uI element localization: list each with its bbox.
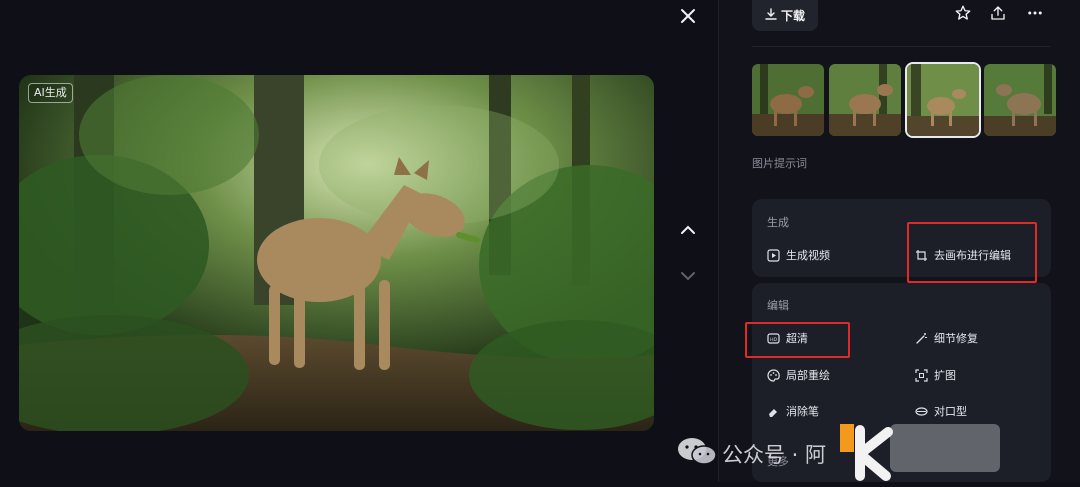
eraser-icon [767,405,780,418]
eraser-label: 消除笔 [786,405,819,418]
download-button[interactable]: 下载 [752,0,818,31]
hd-icon: HD [767,332,780,345]
canvas-crop-icon [915,249,928,262]
close-icon[interactable] [676,4,700,28]
header-separator [752,46,1050,47]
ai-generated-badge: AI生成 [28,83,73,103]
download-icon [765,8,777,23]
edit-on-canvas-label: 去画布进行编辑 [934,249,1011,262]
partial-redraw-label: 局部重绘 [786,369,830,382]
thumbnail-3-selected[interactable] [907,64,979,136]
generate-section-title: 生成 [767,216,789,229]
thumbnail-2[interactable] [829,64,901,136]
wechat-icon [676,435,718,472]
lip-sync-icon [915,405,928,418]
thumbnail-1[interactable] [752,64,824,136]
generated-image[interactable] [19,75,654,431]
watermark: 公众号 · 阿 [676,420,1010,487]
image-prompt-label[interactable]: 图片提示词 [752,155,807,171]
generate-video-label: 生成视频 [786,249,830,262]
generate-card [752,199,1051,277]
lip-sync-button[interactable]: 对口型 [915,403,967,419]
edit-on-canvas-button[interactable]: 去画布进行编辑 [915,247,1011,263]
video-play-icon [767,248,780,262]
previous-image-chevron-up-icon[interactable] [676,218,700,242]
thumbnail-4[interactable] [984,64,1056,136]
download-label: 下载 [780,9,805,23]
share-upload-icon[interactable] [987,4,1009,26]
partial-redraw-button[interactable]: 局部重绘 [767,367,830,383]
detail-repair-button[interactable]: 细节修复 [915,330,978,346]
expand-image-button[interactable]: 扩图 [915,367,956,383]
super-resolution-button[interactable]: HD 超清 [767,330,808,346]
more-options-icon[interactable] [1024,4,1046,26]
palette-icon [767,368,780,382]
brand-logo [830,420,1010,487]
magic-wand-icon [915,332,928,345]
next-image-chevron-down-icon[interactable] [676,264,700,288]
svg-text:HD: HD [770,336,777,342]
watermark-text: 公众号 · 阿 [722,442,827,467]
expand-image-label: 扩图 [934,369,956,382]
super-resolution-label: 超清 [786,332,808,345]
expand-icon [915,368,928,382]
forest-animal-illustration [19,75,654,431]
edit-section-title: 编辑 [767,299,789,312]
generate-video-button[interactable]: 生成视频 [767,247,830,263]
detail-repair-label: 细节修复 [934,332,978,345]
lip-sync-label: 对口型 [934,405,967,418]
eraser-button[interactable]: 消除笔 [767,403,819,419]
favorite-star-icon[interactable] [952,4,974,26]
